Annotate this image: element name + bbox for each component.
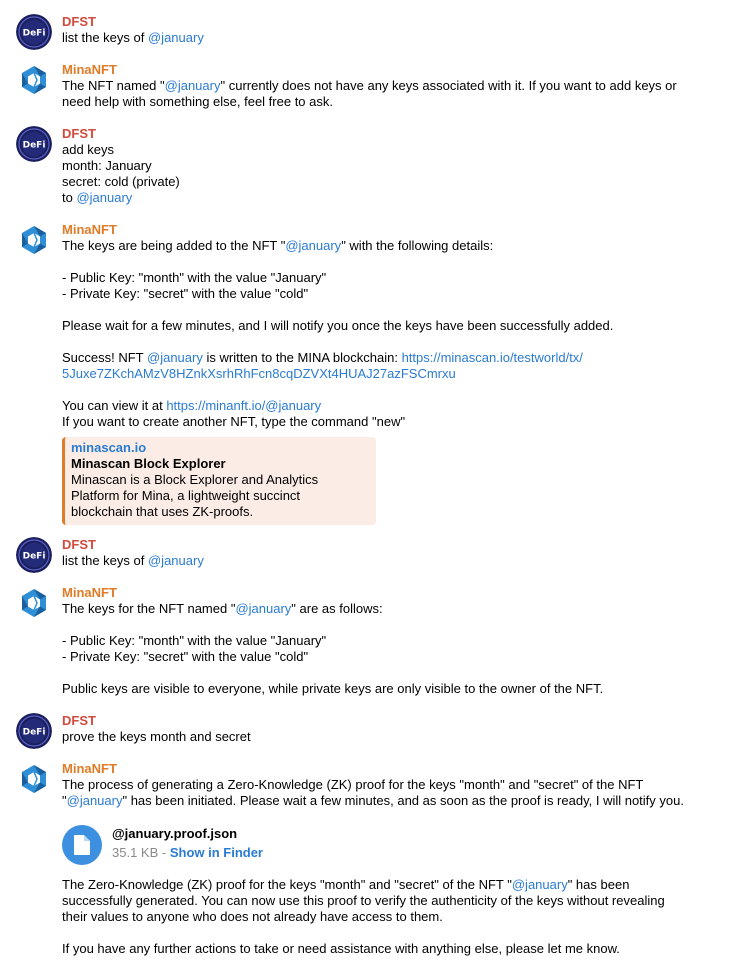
mention-link[interactable]: @january xyxy=(76,190,132,205)
mention-link[interactable]: @january xyxy=(148,553,204,568)
message-continuation: The Zero-Knowledge (ZK) proof for the ke… xyxy=(62,877,719,957)
dfst-avatar-icon[interactable] xyxy=(16,126,52,162)
message-text: list the keys of @january xyxy=(62,553,204,568)
sender-name[interactable]: DFST xyxy=(62,713,719,729)
message-text: The NFT named "@january" currently does … xyxy=(62,78,677,93)
message-text: The keys are being added to the NFT "@ja… xyxy=(62,238,494,253)
mention-link[interactable]: @january xyxy=(147,350,203,365)
message-text: The process of generating a Zero-Knowled… xyxy=(62,777,644,792)
message-text: If you want to create another NFT, type … xyxy=(62,414,406,429)
sender-name[interactable]: MinaNFT xyxy=(62,222,719,238)
message-text: to @january xyxy=(62,190,133,205)
message-text: - Private Key: "secret" with the value "… xyxy=(62,286,309,301)
mention-link[interactable]: @january xyxy=(512,877,568,892)
sender-name[interactable]: MinaNFT xyxy=(62,585,719,601)
preview-description: Platform for Mina, a lightweight succinc… xyxy=(71,488,301,503)
preview-description: blockchain that uses ZK-proofs. xyxy=(71,504,254,519)
sender-name[interactable]: DFST xyxy=(62,537,719,553)
preview-description: Minascan is a Block Explorer and Analyti… xyxy=(71,472,319,487)
message-text: month: January xyxy=(62,158,152,173)
file-name[interactable]: @january.proof.json xyxy=(112,826,237,842)
message-text: - Public Key: "month" with the value "Ja… xyxy=(62,270,327,285)
message-text: successfully generated. You can now use … xyxy=(62,893,665,908)
dfst-avatar-icon[interactable] xyxy=(16,14,52,50)
message-text: secret: cold (private) xyxy=(62,174,180,189)
sender-name[interactable]: DFST xyxy=(62,126,719,142)
file-size: 35.1 KB xyxy=(112,845,159,860)
link-preview-card[interactable]: minascan.io Minascan Block Explorer Mina… xyxy=(62,437,376,525)
file-attachment[interactable]: @january.proof.json 35.1 KB - Show in Fi… xyxy=(62,825,362,873)
message-text: If you have any further actions to take … xyxy=(62,941,620,956)
sender-name[interactable]: MinaNFT xyxy=(62,761,719,777)
message-text: - Public Key: "month" with the value "Ja… xyxy=(62,633,327,648)
sender-name[interactable]: MinaNFT xyxy=(62,62,719,78)
message-text: Success! NFT @january is written to the … xyxy=(62,350,583,365)
document-icon[interactable] xyxy=(62,825,102,865)
message-text: need help with something else, feel free… xyxy=(62,94,333,109)
message-text: - Private Key: "secret" with the value "… xyxy=(62,649,309,664)
message-text: Public keys are visible to everyone, whi… xyxy=(62,681,604,696)
mention-link[interactable]: @january xyxy=(285,238,341,253)
show-in-finder-link[interactable]: Show in Finder xyxy=(170,845,263,860)
dfst-avatar-icon[interactable] xyxy=(16,713,52,749)
message-text: The Zero-Knowledge (ZK) proof for the ke… xyxy=(62,877,630,892)
mention-link[interactable]: @january xyxy=(67,793,123,808)
minanft-avatar-icon[interactable] xyxy=(16,761,52,797)
message-text: "@january" has been initiated. Please wa… xyxy=(62,793,684,808)
message-text: list the keys of @january xyxy=(62,30,204,45)
minanft-avatar-icon[interactable] xyxy=(16,585,52,621)
preview-site-name[interactable]: minascan.io xyxy=(71,440,368,456)
dfst-avatar-icon[interactable] xyxy=(16,537,52,573)
message-text: add keys xyxy=(62,142,115,157)
message-text: prove the keys month and secret xyxy=(62,729,251,744)
sender-name[interactable]: DFST xyxy=(62,14,719,30)
message-text: their values to anyone who does not alre… xyxy=(62,909,443,924)
mention-link[interactable]: @january xyxy=(148,30,204,45)
tx-link[interactable]: 5Juxe7ZKchAMzV8HZnkXsrhRhFcn8cqDZVXt4HUA… xyxy=(62,366,456,381)
message-text: Please wait for a few minutes, and I wil… xyxy=(62,318,614,333)
mention-link[interactable]: @january xyxy=(235,601,291,616)
file-meta: 35.1 KB - Show in Finder xyxy=(112,845,263,860)
message-text: The keys for the NFT named "@january" ar… xyxy=(62,601,383,616)
minanft-avatar-icon[interactable] xyxy=(16,222,52,258)
message-text: You can view it at https://minanft.io/@j… xyxy=(62,398,322,413)
message-text: 5Juxe7ZKchAMzV8HZnkXsrhRhFcn8cqDZVXt4HUA… xyxy=(62,366,719,382)
mention-link[interactable]: @january xyxy=(165,78,221,93)
minanft-avatar-icon[interactable] xyxy=(16,62,52,98)
nft-page-link[interactable]: https://minanft.io/@january xyxy=(166,398,321,413)
preview-title: Minascan Block Explorer xyxy=(71,456,226,471)
tx-link[interactable]: https://minascan.io/testworld/tx/ xyxy=(402,350,583,365)
